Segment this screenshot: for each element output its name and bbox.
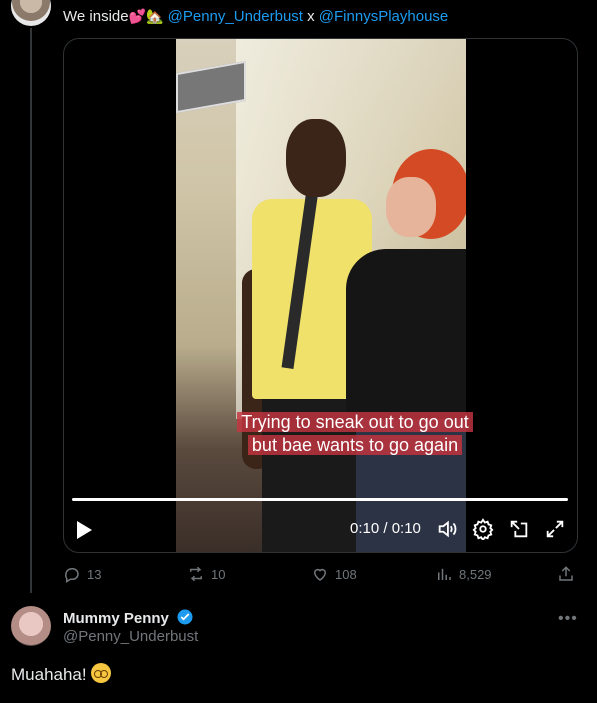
reply-author-name[interactable]: Mummy Penny [63,608,194,627]
caption-line: but bae wants to go again [247,435,463,455]
hearts-emoji: 💕 [128,8,147,24]
video-time: 0:10 / 0:10 [350,520,421,537]
picture-in-picture-icon[interactable] [508,518,530,540]
volume-icon[interactable] [436,518,458,540]
view-count: 8,529 [459,566,492,582]
tweet-actions: 13 10 108 8,529 [63,565,583,585]
mention-link[interactable]: @Penny_Underbust [168,8,303,25]
fullscreen-icon[interactable] [544,518,566,540]
thread-line [30,28,32,593]
reply-author-handle[interactable]: @Penny_Underbust [63,628,198,645]
video-frame[interactable] [176,39,466,552]
repost-icon [190,566,202,582]
avatar[interactable] [11,606,51,646]
mention-separator: x [307,8,315,25]
progress-bar[interactable] [72,498,568,501]
video-controls: 0:10 / 0:10 [64,513,577,549]
share-button[interactable] [557,565,575,583]
more-options-icon[interactable]: ••• [558,610,578,627]
analytics-icon [438,568,451,580]
video-player[interactable]: Trying to sneak out to go out but bae wa… [63,38,578,553]
author-name: Mummy Penny [63,610,169,627]
woozy-face-emoji [90,663,111,683]
reply-count: 13 [87,566,102,582]
reply-text: Muahaha! [11,663,111,685]
heart-icon [313,568,327,581]
like-button[interactable]: 108 [311,565,357,583]
repost-count: 10 [211,566,226,582]
views-button[interactable]: 8,529 [435,565,492,583]
reply-body: Muahaha! [11,665,87,684]
tweet-text-prefix: We inside [63,8,129,25]
verified-badge-icon [177,609,193,625]
like-count: 108 [335,566,357,582]
share-icon [559,566,573,581]
reply-button[interactable]: 13 [63,565,101,583]
caption-line: Trying to sneak out to go out [237,412,473,432]
house-emoji: 🏡 [146,8,164,24]
settings-icon[interactable] [472,518,494,542]
play-button[interactable] [77,521,92,539]
tweet-text: We inside💕🏡 @Penny_Underbust x @FinnysPl… [63,6,448,27]
avatar[interactable] [11,0,51,26]
video-caption: Trying to sneak out to go out but bae wa… [210,411,500,457]
reply-icon [65,568,79,583]
repost-button[interactable]: 10 [187,565,225,583]
video-person [326,149,466,552]
mention-link[interactable]: @FinnysPlayhouse [319,8,448,25]
